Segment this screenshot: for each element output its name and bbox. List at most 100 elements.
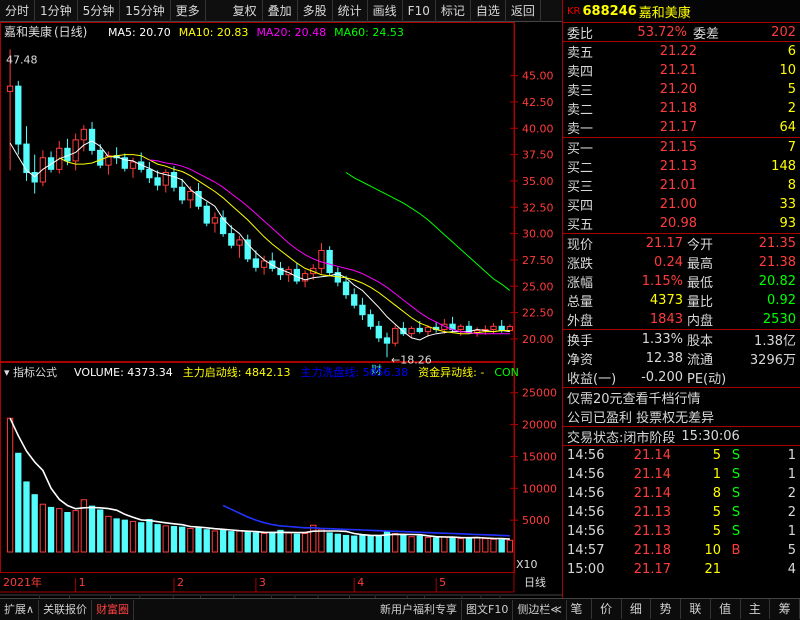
toolbar-btn-11[interactable]: 标记 [436, 0, 471, 22]
sell-book-price: 21.18 [659, 101, 697, 116]
quote-label-b: 量比 [687, 295, 714, 310]
quote-row: 现价 21.17 今开 21.35 [563, 234, 800, 253]
volume-bar-51 [424, 536, 432, 553]
sell-book-price: 21.17 [659, 120, 697, 135]
candle-body-17 [146, 168, 153, 179]
toolbar-btn-5[interactable]: 复权 [228, 0, 263, 22]
right-tab-0[interactable]: 笔 [562, 599, 592, 619]
toolbar-btn-7[interactable]: 多股 [298, 0, 333, 22]
buy-book: 买一 21.15 7 买二 21.13 148 买三 21.01 8 买四 21.00 33 买五 20.… [563, 137, 800, 233]
tick-row: 14:57 21.18 10 B 5 [563, 541, 800, 560]
trade-status: 交易状态: 闭市阶段 15:30:06 [563, 426, 800, 446]
price-tick-9: 42.50 [522, 96, 554, 109]
tick-side: S [731, 448, 741, 463]
tick-volume: 10 [704, 543, 721, 558]
volume-bar-25 [211, 530, 219, 553]
toolbar-btn-12[interactable]: 自选 [471, 0, 506, 22]
buy-book-row: 买一 21.15 7 [563, 138, 800, 157]
right-tab-3[interactable]: 势 [651, 599, 681, 619]
toolbar-btn-1[interactable]: 1分钟 [35, 0, 78, 22]
buy-book-level: 买四 [567, 199, 594, 214]
toolbar-btn-4[interactable]: 更多 [171, 0, 206, 22]
toolbar-btn-8[interactable]: 统计 [333, 0, 368, 22]
candle-body-27 [228, 233, 235, 246]
bottom-tab-0[interactable]: 扩展∧ [0, 599, 40, 620]
tick-side: S [731, 467, 741, 482]
volume-bar-44 [367, 535, 374, 553]
bottom-right-tab-0[interactable]: 新用户福利专享 [376, 599, 462, 620]
bottom-tab-2[interactable]: 财富圈 [92, 599, 135, 620]
volume-bar-10 [88, 505, 96, 553]
x-month-0: 1 [79, 576, 86, 589]
candle-body-20 [170, 172, 178, 188]
toolbar-btn-13[interactable]: 返回 [506, 0, 541, 22]
volume-bar-61 [506, 539, 514, 553]
tick-count: 1 [787, 467, 796, 482]
tick-volume: 1 [712, 467, 721, 482]
promo-line-1[interactable]: 仅需20元查看千档行情 [563, 388, 800, 407]
right-tab-7[interactable]: 筹 [770, 599, 800, 619]
toolbar-btn-2[interactable]: 5分钟 [78, 0, 121, 22]
candle-body-60 [498, 325, 505, 332]
sell-book-volume: 10 [779, 63, 796, 78]
candle-body-15 [129, 161, 137, 169]
buy-book-row: 买五 20.98 93 [563, 214, 800, 233]
candle-body-41 [342, 281, 350, 296]
right-tab-4[interactable]: 联 [681, 599, 711, 619]
candle-body-55 [457, 325, 464, 330]
right-tab-6[interactable]: 主 [741, 599, 771, 619]
toolbar-btn-0[interactable]: 分时 [0, 0, 36, 22]
right-tab-5[interactable]: 值 [711, 599, 741, 619]
candle-body-61 [506, 326, 514, 332]
sell-book-row: 卖二 21.18 2 [563, 99, 800, 118]
bottom-tabs-right: 新用户福利专享 图文F10 侧边栏≪ [376, 599, 567, 620]
order-diff-value: 202 [771, 24, 796, 40]
toolbar-btn-9[interactable]: 画线 [368, 0, 403, 22]
toolbar-btn-6[interactable]: 叠加 [263, 0, 298, 22]
tick-count: 5 [787, 543, 796, 558]
bottom-right-tab-1[interactable]: 图文F10 [462, 599, 514, 620]
tick-time: 14:56 [567, 505, 605, 520]
volume-bar-11 [97, 509, 104, 553]
volume-bar-14 [121, 519, 128, 553]
candle-body-46 [383, 337, 391, 344]
tick-row: 14:56 21.14 5 S 1 [563, 446, 800, 465]
tick-time: 14:56 [567, 524, 605, 539]
quote-value-a: 1.15% [641, 274, 683, 289]
promo-line-2[interactable]: 公司已盈利 投票权无差异 [563, 407, 800, 426]
candle-body-22 [187, 190, 194, 201]
volume-bar-17 [146, 519, 153, 553]
right-tab-1[interactable]: 价 [592, 599, 622, 619]
volume-bar-21 [178, 526, 186, 553]
quote-row: 总量 4373 量比 0.92 [563, 291, 800, 310]
volume-bar-34 [285, 532, 292, 553]
volume-bar-50 [416, 535, 423, 553]
quote-label-a: 涨幅 [567, 276, 594, 291]
bottom-tabs-left: 扩展∧ 关联报价 财富圈 [0, 599, 135, 620]
kline-chart[interactable]: 嘉和美康 (日线) MA5: 20.70 MA10: 20.83 MA20: 20.48… [0, 22, 562, 618]
volume-bar-55 [457, 538, 464, 553]
buy-book-volume: 7 [787, 140, 796, 155]
candle-body-28 [236, 239, 243, 246]
tick-count: 4 [787, 562, 796, 577]
stats-row: 净资 12.38 流通 3296万 [563, 349, 800, 368]
promo-box[interactable]: 仅需20元查看千档行情 公司已盈利 投票权无差异 [563, 387, 800, 426]
volume-bar-23 [195, 526, 202, 553]
price-tick-1: 22.50 [522, 307, 554, 320]
bottom-right-tab-2[interactable]: 侧边栏≪ [513, 599, 567, 620]
volume-bar-29 [244, 531, 251, 553]
tick-price: 21.13 [633, 505, 671, 520]
quote-grid: 现价 21.17 今开 21.35 涨跌 0.24 最高 21.38 涨幅 1.15% 最低 20.8… [563, 233, 800, 329]
bottom-tab-1[interactable]: 关联报价 [39, 599, 93, 620]
toolbar-btn-3[interactable]: 15分钟 [120, 0, 171, 22]
price-tick-10: 45.00 [522, 70, 554, 83]
price-pane-frame [0, 22, 515, 362]
right-tab-2[interactable]: 细 [622, 599, 652, 619]
buy-book-price: 21.01 [659, 178, 697, 193]
toolbar-btn-10[interactable]: F10 [403, 0, 436, 22]
volume-bar-26 [219, 529, 227, 553]
stats-row: 收益(一) -0.200 PE(动) [563, 368, 800, 387]
tick-time: 15:00 [567, 562, 605, 577]
stock-name: 嘉和美康 [638, 5, 691, 21]
tick-time: 14:57 [567, 543, 605, 558]
